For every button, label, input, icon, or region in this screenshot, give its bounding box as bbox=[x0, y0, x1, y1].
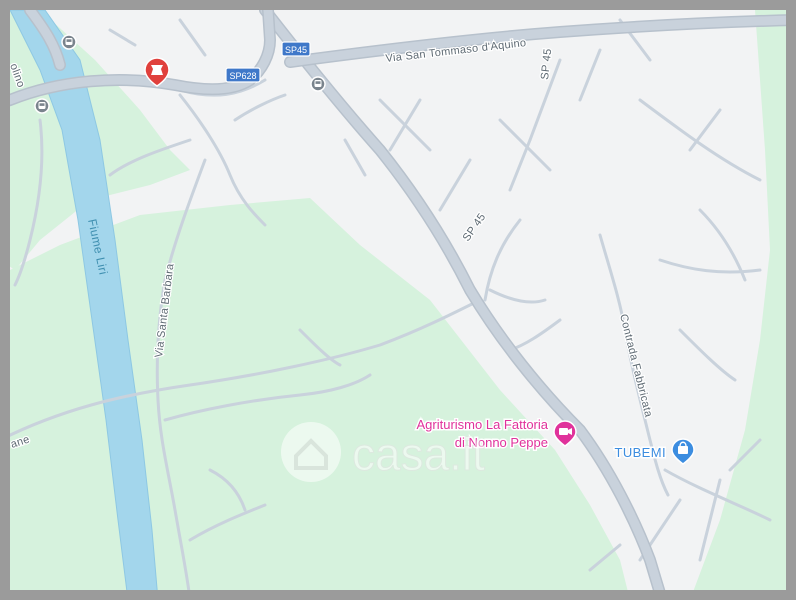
bus-stop-icon[interactable] bbox=[34, 98, 50, 114]
poi-tubemi-label: TUBEMI bbox=[614, 445, 666, 460]
bus-stop-icon[interactable] bbox=[310, 76, 326, 92]
map-canvas[interactable]: Via San Tommaso d'Aquino SP 45 SP 45 Via… bbox=[0, 0, 796, 600]
shield-sp45: SP45 bbox=[281, 41, 311, 57]
shield-sp628: SP628 bbox=[225, 67, 261, 83]
casa-it-watermark: casa.it bbox=[281, 422, 486, 482]
bus-stop-icon[interactable] bbox=[61, 34, 77, 50]
svg-text:casa.it: casa.it bbox=[352, 428, 485, 480]
svg-text:SP45: SP45 bbox=[285, 45, 307, 55]
svg-text:SP628: SP628 bbox=[229, 71, 256, 81]
